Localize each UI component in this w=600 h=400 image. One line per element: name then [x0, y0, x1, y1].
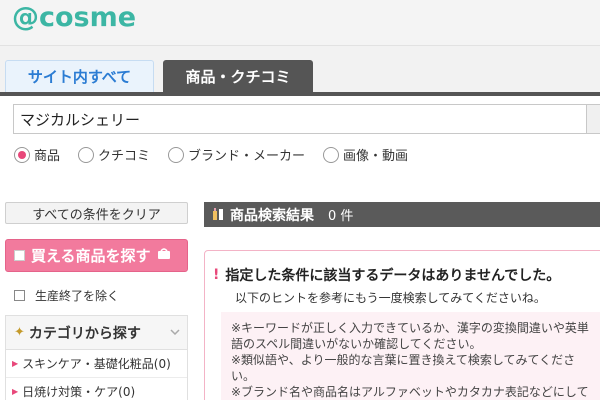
cosmetic-bottle-icon — [212, 206, 224, 223]
cosme-logo[interactable]: @cosme — [12, 2, 136, 33]
radio-circle[interactable] — [323, 146, 340, 163]
category-item-label: 日焼け対策・ケア(0) — [22, 385, 136, 399]
buyable-checkbox[interactable] — [14, 250, 25, 261]
site-header: @cosme — [0, 0, 600, 46]
exclude-discontinued-label: 生産終了を除く — [35, 289, 120, 303]
radio-circle[interactable] — [78, 146, 95, 163]
chevron-down-icon[interactable] — [167, 324, 183, 340]
radio-label: クチコミ — [98, 149, 151, 164]
results-count: 0 件 — [328, 209, 354, 224]
no-results-notice: ! 指定した条件に該当するデータはありませんでした。 以下のヒントを参考にもう一… — [204, 250, 600, 400]
radio-circle-checked[interactable] — [14, 146, 30, 163]
shopping-bag-icon — [157, 247, 171, 264]
category-item-skincare[interactable]: ▶ スキンケア・基礎化粧品(0) — [6, 350, 187, 378]
radio-circle[interactable] — [168, 146, 185, 163]
radio-label: ブランド・メーカー — [188, 149, 306, 164]
triangle-right-icon: ▶ — [12, 387, 19, 396]
notice-subtitle: 以下のヒントを参考にもう一度検索してみてくださいね。 — [235, 291, 546, 305]
search-button[interactable] — [586, 104, 600, 134]
notice-title-text: 指定した条件に該当するデータはありませんでした。 — [225, 268, 561, 284]
radio-brand-maker[interactable]: ブランド・メーカー — [168, 145, 305, 164]
hint-item: ※ブランド名や商品名はアルファベットやカタカナ表記などにしてお試ししてみてくださ… — [231, 385, 589, 399]
category-item-sun-care[interactable]: ▶ 日焼け対策・ケア(0) — [6, 378, 187, 400]
clear-all-conditions-button[interactable]: すべての条件をクリア — [5, 202, 188, 224]
category-header[interactable]: ✦ カテゴリから探す — [6, 316, 187, 350]
buyable-label: 買える商品を探す — [31, 247, 151, 265]
results-title: 商品検索結果 — [230, 207, 314, 224]
category-item-label: スキンケア・基礎化粧品(0) — [22, 357, 171, 371]
find-buyable-products-button[interactable]: 買える商品を探す — [5, 239, 188, 272]
triangle-right-icon: ▶ — [12, 359, 19, 368]
results-header: 商品検索結果 0 件 — [204, 202, 600, 227]
search-input[interactable] — [13, 104, 588, 134]
radio-images-videos[interactable]: 画像・動画 — [323, 145, 408, 164]
tab-products-reviews[interactable]: 商品・クチコミ — [163, 60, 313, 92]
hint-item: ※キーワードが正しく入力できているか、漢字の変換間違いや英単語のスペル間違いがな… — [231, 321, 589, 351]
exclude-discontinued-option[interactable]: 生産終了を除く — [14, 287, 119, 304]
search-panel: 商品 クチコミ ブランド・メーカー 画像・動画 — [0, 92, 600, 186]
star-icon: ✦ — [14, 325, 25, 340]
category-panel: ✦ カテゴリから探す ▶ スキンケア・基礎化粧品(0) ▶ 日焼け対策・ケア(0… — [5, 315, 188, 400]
radio-label: 商品 — [34, 149, 61, 164]
tab-site-all[interactable]: サイト内すべて — [5, 60, 154, 92]
radio-label: 画像・動画 — [343, 149, 409, 164]
search-area: サイト内すべて 商品・クチコミ 商品 クチコミ ブランド・メーカー 画像・動画 — [0, 46, 600, 186]
exclamation-icon: ! — [213, 267, 220, 283]
radio-reviews[interactable]: クチコミ — [78, 145, 150, 164]
search-target-radios: 商品 クチコミ ブランド・メーカー 画像・動画 — [14, 145, 426, 164]
radio-products[interactable]: 商品 — [14, 145, 60, 164]
exclude-discontinued-checkbox[interactable] — [14, 290, 25, 301]
hint-item: ※類似語や、より一般的な言葉に置き換えて検索してみてください。 — [231, 353, 576, 383]
category-title: カテゴリから探す — [28, 325, 141, 342]
notice-title: ! 指定した条件に該当するデータはありませんでした。 — [213, 265, 560, 285]
search-hints: ※キーワードが正しく入力できているか、漢字の変換間違いや英単語のスペル間違いがな… — [221, 312, 600, 400]
